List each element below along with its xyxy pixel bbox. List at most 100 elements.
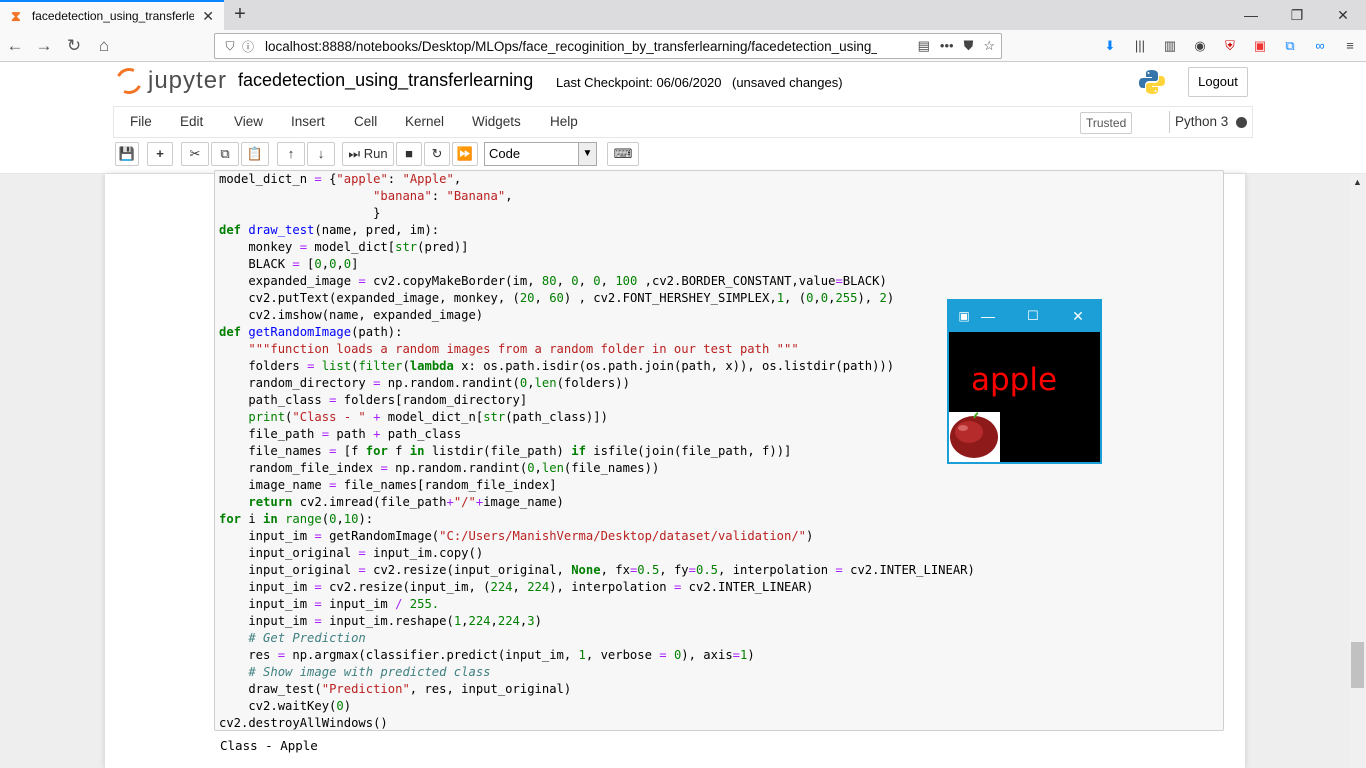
command-palette-button[interactable]: ⌨ bbox=[607, 142, 639, 166]
downloads-icon[interactable]: ⬇ bbox=[1101, 37, 1119, 55]
prediction-label: apple bbox=[971, 362, 1058, 398]
code-line[interactable]: # Show image with predicted class bbox=[219, 664, 1223, 681]
code-line[interactable]: draw_test("Prediction", res, input_origi… bbox=[219, 681, 1223, 698]
paste-button[interactable]: 📋 bbox=[241, 142, 269, 166]
tab-title: facedetection_using_transferlearning bbox=[31, 9, 195, 23]
forward-icon[interactable]: → bbox=[34, 36, 54, 56]
info-icon[interactable]: ⓘ bbox=[239, 38, 257, 55]
code-line[interactable]: } bbox=[219, 205, 1223, 222]
menu-edit[interactable]: Edit bbox=[180, 114, 203, 129]
opencv-window-titlebar[interactable]: ▣ — ☐ ✕ bbox=[948, 300, 1101, 332]
kernel-divider bbox=[1169, 111, 1170, 133]
extension-share-icon[interactable]: ⧉ bbox=[1281, 37, 1299, 55]
code-line[interactable]: input_im = getRandomImage("C:/Users/Mani… bbox=[219, 528, 1223, 545]
browser-tab-bar: ⧗ facedetection_using_transferlearning ✕… bbox=[0, 0, 1366, 30]
minimize-window-icon[interactable]: — bbox=[1228, 0, 1274, 30]
notebook-area: model_dict_n = {"apple": "Apple", "banan… bbox=[0, 170, 1366, 768]
close-tab-icon[interactable]: ✕ bbox=[200, 8, 216, 25]
code-line[interactable]: res = np.argmax(classifier.predict(input… bbox=[219, 647, 1223, 664]
menu-file[interactable]: File bbox=[130, 114, 152, 129]
jupyter-logo[interactable]: jupyter bbox=[112, 64, 228, 98]
trusted-indicator[interactable]: Trusted bbox=[1080, 112, 1133, 134]
maximize-window-icon[interactable]: ☐ bbox=[1023, 306, 1043, 326]
run-button[interactable]: ⏭ Run bbox=[342, 142, 394, 166]
code-line[interactable]: # Get Prediction bbox=[219, 630, 1223, 647]
jupyter-logo-text: jupyter bbox=[148, 67, 228, 94]
code-line[interactable]: BLACK = [0,0,0] bbox=[219, 256, 1223, 273]
sidebar-icon[interactable]: ▥ bbox=[1161, 37, 1179, 55]
bookmark-star-icon[interactable]: ☆ bbox=[983, 38, 995, 54]
cell-type-select[interactable]: Code ▼ bbox=[484, 142, 597, 166]
code-line[interactable]: image_name = file_names[random_file_inde… bbox=[219, 477, 1223, 494]
cut-button[interactable]: ✂ bbox=[181, 142, 209, 166]
jupyter-hourglass-icon: ⧗ bbox=[11, 8, 21, 24]
extension-lock-icon[interactable]: ▣ bbox=[1251, 37, 1269, 55]
opencv-prediction-window[interactable]: ▣ — ☐ ✕ apple bbox=[947, 299, 1102, 464]
menu-widgets[interactable]: Widgets bbox=[472, 114, 521, 129]
menu-kernel[interactable]: Kernel bbox=[405, 114, 444, 129]
code-line[interactable]: def draw_test(name, pred, im): bbox=[219, 222, 1223, 239]
menu-insert[interactable]: Insert bbox=[291, 114, 325, 129]
menu-view[interactable]: View bbox=[234, 114, 263, 129]
account-icon[interactable]: ◉ bbox=[1191, 37, 1209, 55]
hamburger-menu-icon[interactable]: ≡ bbox=[1341, 37, 1359, 55]
new-tab-icon[interactable]: + bbox=[230, 4, 250, 24]
browser-tab[interactable]: ⧗ facedetection_using_transferlearning ✕ bbox=[0, 0, 224, 30]
back-icon[interactable]: ← bbox=[5, 36, 25, 56]
pocket-icon[interactable]: ⛊ bbox=[964, 38, 974, 54]
restart-run-all-button[interactable]: ⏩ bbox=[452, 142, 478, 166]
python-logo-icon bbox=[1139, 70, 1165, 94]
ublock-icon[interactable]: ⛨ bbox=[1221, 37, 1239, 55]
page-actions-icon[interactable]: ••• bbox=[940, 38, 954, 54]
reload-icon[interactable]: ↻ bbox=[64, 36, 84, 56]
code-line[interactable]: return cv2.imread(file_path+"/"+image_na… bbox=[219, 494, 1223, 511]
browser-nav-bar: ← → ↻ ⌂ ⛉ ⓘ localhost:8888/notebooks/Des… bbox=[0, 30, 1366, 62]
close-window-icon[interactable]: ✕ bbox=[1320, 0, 1366, 30]
opencv-image: apple bbox=[949, 332, 1100, 462]
code-line[interactable]: input_im = input_im / 255. bbox=[219, 596, 1223, 613]
scrollbar-thumb[interactable] bbox=[1351, 642, 1364, 688]
code-line[interactable]: for i in range(0,10): bbox=[219, 511, 1223, 528]
code-line[interactable]: input_im = cv2.resize(input_im, (224, 22… bbox=[219, 579, 1223, 596]
url-text[interactable]: localhost:8888/notebooks/Desktop/MLOps/f… bbox=[265, 39, 877, 54]
notebook-toolbar: 💾 + ✂ ⧉ 📋 ↑ ↓ ⏭ Run ■ ↻ ⏩ Code ▼ ⌨ bbox=[113, 142, 1253, 168]
copy-button[interactable]: ⧉ bbox=[211, 142, 239, 166]
notebook-page: model_dict_n = {"apple": "Apple", "banan… bbox=[105, 170, 1245, 768]
save-button[interactable]: 💾 bbox=[115, 142, 139, 166]
interrupt-kernel-button[interactable]: ■ bbox=[396, 142, 422, 166]
library-icon[interactable]: ||| bbox=[1131, 37, 1149, 55]
logout-button[interactable]: Logout bbox=[1188, 67, 1248, 97]
menu-cell[interactable]: Cell bbox=[354, 114, 377, 129]
extension-infinity-icon[interactable]: ∞ bbox=[1311, 37, 1329, 55]
checkpoint-status: Last Checkpoint: 06/06/2020 bbox=[556, 75, 722, 90]
menu-help[interactable]: Help bbox=[550, 114, 578, 129]
close-window-icon[interactable]: ✕ bbox=[1068, 306, 1088, 326]
window-app-icon: ▣ bbox=[958, 309, 970, 323]
notebook-menubar: File Edit View Insert Cell Kernel Widget… bbox=[113, 106, 1253, 138]
home-icon[interactable]: ⌂ bbox=[94, 36, 114, 56]
move-up-button[interactable]: ↑ bbox=[277, 142, 305, 166]
reader-view-icon[interactable]: ▤ bbox=[918, 38, 930, 54]
page-scrollbar[interactable]: ▲ bbox=[1349, 174, 1366, 768]
code-line[interactable]: input_original = cv2.resize(input_origin… bbox=[219, 562, 1223, 579]
scroll-up-icon[interactable]: ▲ bbox=[1349, 174, 1366, 191]
code-line[interactable]: model_dict_n = {"apple": "Apple", bbox=[219, 171, 1223, 188]
kernel-status-icon bbox=[1236, 117, 1247, 128]
chevron-down-icon: ▼ bbox=[578, 143, 596, 165]
restore-window-icon[interactable]: ❐ bbox=[1274, 0, 1320, 30]
code-line[interactable]: "banana": "Banana", bbox=[219, 188, 1223, 205]
code-line[interactable]: input_im = input_im.reshape(1,224,224,3) bbox=[219, 613, 1223, 630]
kernel-name[interactable]: Python 3 bbox=[1175, 114, 1228, 129]
code-line[interactable]: cv2.waitKey(0) bbox=[219, 698, 1223, 715]
move-down-button[interactable]: ↓ bbox=[307, 142, 335, 166]
code-line[interactable]: monkey = model_dict[str(pred)] bbox=[219, 239, 1223, 256]
shield-icon[interactable]: ⛉ bbox=[221, 39, 239, 54]
code-line[interactable]: cv2.destroyAllWindows() bbox=[219, 715, 1223, 730]
notebook-title[interactable]: facedetection_using_transferlearning bbox=[238, 70, 533, 91]
minimize-window-icon[interactable]: — bbox=[978, 306, 998, 326]
address-bar[interactable]: ⛉ ⓘ localhost:8888/notebooks/Desktop/MLO… bbox=[214, 33, 1002, 59]
code-line[interactable]: input_original = input_im.copy() bbox=[219, 545, 1223, 562]
insert-cell-button[interactable]: + bbox=[147, 142, 173, 166]
restart-kernel-button[interactable]: ↻ bbox=[424, 142, 450, 166]
code-line[interactable]: expanded_image = cv2.copyMakeBorder(im, … bbox=[219, 273, 1223, 290]
